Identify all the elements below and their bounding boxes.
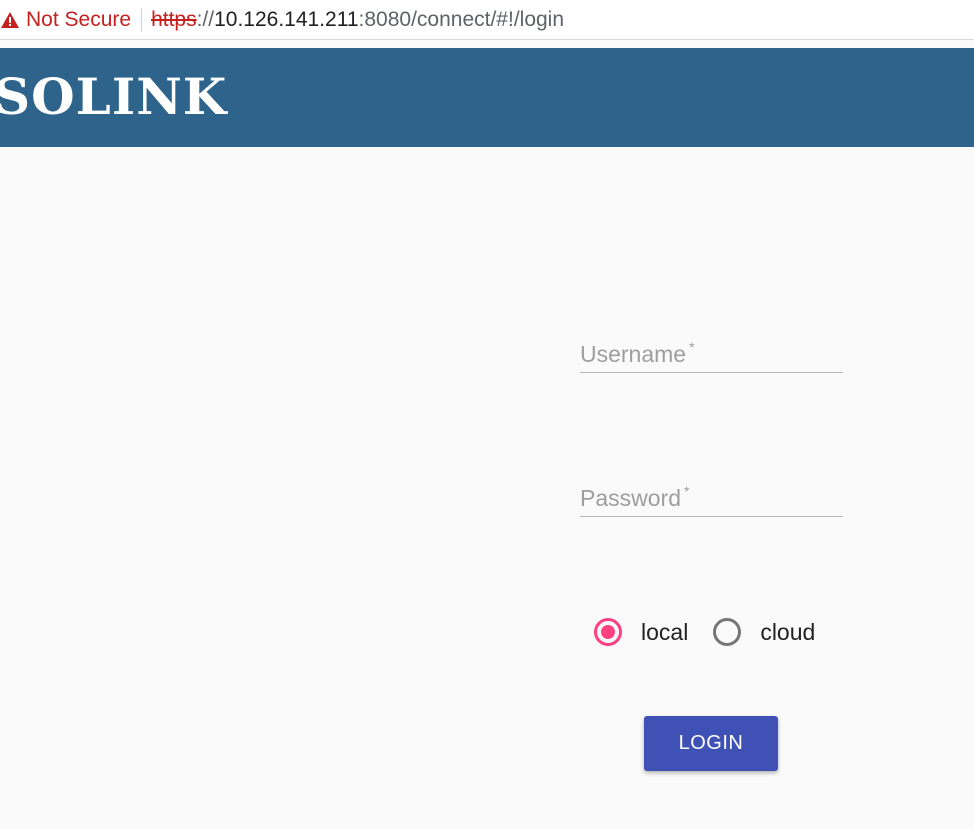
warning-triangle-icon — [0, 10, 20, 30]
security-status-text[interactable]: Not Secure — [26, 8, 131, 32]
username-field[interactable]: Username * — [580, 333, 847, 374]
url-scheme: https — [151, 7, 197, 31]
username-input[interactable] — [580, 333, 847, 374]
password-input[interactable] — [580, 477, 847, 518]
brand-logo: SOLINK — [0, 67, 228, 126]
radio-unchecked-icon[interactable] — [713, 618, 742, 646]
url-text[interactable]: https://10.126.141.211:8080/connect/#!/l… — [151, 8, 564, 32]
radio-cloud-label[interactable]: cloud — [760, 619, 815, 646]
url-host: 10.126.141.211 — [214, 7, 359, 31]
login-button[interactable]: LOGIN — [644, 716, 778, 771]
app-header: SOLINK — [0, 48, 974, 147]
browser-address-bar[interactable]: Not Secure https://10.126.141.211:8080/c… — [0, 0, 974, 40]
radio-checked-icon[interactable] — [594, 618, 622, 646]
radio-cloud[interactable]: cloud — [713, 618, 815, 646]
password-field[interactable]: Password * — [580, 477, 847, 518]
radio-local[interactable]: local — [594, 618, 688, 646]
url-separator: :// — [196, 7, 215, 31]
radio-local-label[interactable]: local — [641, 619, 688, 646]
login-source-radio-group: local cloud — [594, 612, 815, 652]
address-bar-divider — [141, 7, 143, 32]
url-path: :8080/connect/#!/login — [358, 7, 565, 31]
